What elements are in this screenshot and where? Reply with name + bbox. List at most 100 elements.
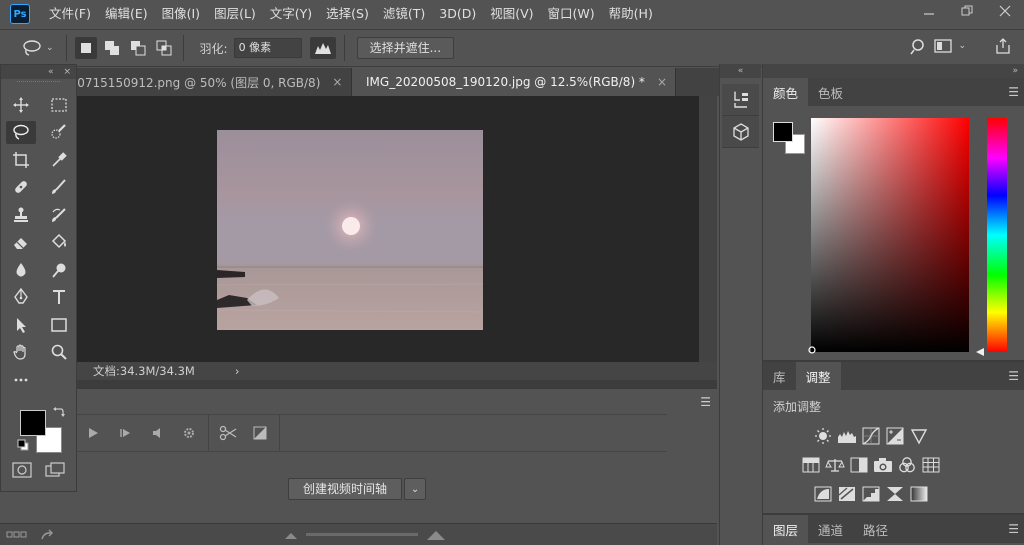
status-menu-arrow[interactable]: › bbox=[235, 364, 240, 378]
expand-panels-icon[interactable]: « bbox=[720, 64, 761, 78]
eraser-tool[interactable] bbox=[2, 229, 40, 257]
history-brush-tool[interactable] bbox=[40, 201, 78, 229]
filmstrip-icon[interactable] bbox=[6, 530, 28, 540]
posterize-button[interactable] bbox=[837, 484, 857, 504]
path-selection-tool[interactable] bbox=[2, 311, 40, 339]
vibrance-button[interactable] bbox=[909, 426, 929, 446]
zoom-out-mountain-icon[interactable] bbox=[284, 530, 298, 540]
panel-menu-icon[interactable]: ☰ bbox=[1008, 522, 1019, 536]
menu-window[interactable]: 窗口(W) bbox=[541, 0, 602, 28]
tab-layers[interactable]: 图层 bbox=[763, 515, 809, 543]
curves-button[interactable] bbox=[861, 426, 881, 446]
menu-3d[interactable]: 3D(D) bbox=[432, 0, 483, 28]
transition-button[interactable] bbox=[244, 426, 276, 440]
tab-document-2[interactable]: IMG_20200508_190120.jpg @ 12.5%(RGB/8) *… bbox=[352, 68, 676, 96]
canvas-vertical-scrollbar[interactable] bbox=[699, 96, 717, 362]
quick-mask-icon[interactable] bbox=[12, 461, 32, 478]
tab-libraries[interactable]: 库 bbox=[763, 362, 796, 390]
convert-arrow-icon[interactable] bbox=[40, 529, 56, 541]
gradient-map-button[interactable] bbox=[909, 484, 929, 504]
pen-tool[interactable] bbox=[2, 284, 40, 312]
share-button[interactable] bbox=[994, 37, 1012, 58]
collapse-icon[interactable]: « bbox=[48, 67, 54, 77]
blur-tool[interactable] bbox=[2, 256, 40, 284]
workspace-switcher[interactable]: ⌄ bbox=[934, 39, 966, 53]
hue-slider-handle[interactable] bbox=[975, 347, 985, 357]
close-tab-icon[interactable]: × bbox=[332, 75, 342, 89]
document-image[interactable] bbox=[217, 130, 483, 330]
eyedropper-tool[interactable] bbox=[40, 146, 78, 174]
minimize-button[interactable] bbox=[910, 0, 948, 22]
panel-menu-icon[interactable]: ☰ bbox=[700, 395, 711, 409]
audio-button[interactable] bbox=[141, 427, 173, 439]
swap-colors-icon[interactable] bbox=[53, 406, 65, 418]
hue-slider[interactable] bbox=[987, 118, 1007, 352]
document-size-readout[interactable]: 文档:34.3M/34.3M bbox=[93, 363, 195, 379]
history-panel-button[interactable] bbox=[722, 84, 759, 116]
quick-selection-tool[interactable] bbox=[40, 119, 78, 147]
exposure-button[interactable] bbox=[885, 426, 905, 446]
tab-color[interactable]: 颜色 bbox=[763, 78, 809, 106]
tab-channels[interactable]: 通道 bbox=[808, 515, 853, 543]
zoom-slider[interactable] bbox=[306, 533, 418, 536]
menu-layer[interactable]: 图层(L) bbox=[207, 0, 263, 28]
color-picker-handle[interactable] bbox=[808, 346, 816, 354]
selective-color-button[interactable] bbox=[885, 484, 905, 504]
brush-tool[interactable] bbox=[40, 174, 78, 202]
close-tab-icon[interactable]: × bbox=[657, 75, 667, 89]
color-balance-button[interactable] bbox=[825, 455, 845, 475]
3d-panel-button[interactable] bbox=[722, 116, 759, 148]
healing-brush-tool[interactable] bbox=[2, 174, 40, 202]
default-colors-icon[interactable] bbox=[17, 439, 29, 451]
create-video-timeline-button[interactable]: 创建视频时间轴 bbox=[288, 478, 403, 500]
add-to-selection-button[interactable] bbox=[101, 37, 123, 59]
photo-filter-button[interactable] bbox=[873, 455, 893, 475]
hand-tool[interactable] bbox=[2, 339, 40, 367]
subtract-selection-button[interactable] bbox=[127, 37, 149, 59]
clone-stamp-tool[interactable] bbox=[2, 201, 40, 229]
brightness-contrast-button[interactable] bbox=[813, 426, 833, 446]
anti-alias-toggle[interactable] bbox=[309, 37, 336, 59]
new-selection-button[interactable] bbox=[74, 37, 97, 59]
chevron-down-icon[interactable]: ⌄ bbox=[404, 478, 427, 500]
intersect-selection-button[interactable] bbox=[153, 37, 175, 59]
panel-menu-icon[interactable]: ☰ bbox=[1008, 85, 1019, 99]
tool-preset-picker[interactable] bbox=[20, 36, 44, 60]
close-icon[interactable]: × bbox=[63, 67, 71, 77]
collapse-panels-icon[interactable]: » bbox=[763, 64, 1024, 78]
feather-input[interactable]: 0 像素 bbox=[233, 38, 302, 58]
canvas-area[interactable] bbox=[77, 96, 699, 362]
screen-mode-icon[interactable] bbox=[45, 461, 65, 478]
split-button[interactable] bbox=[212, 425, 244, 441]
foreground-color-swatch[interactable] bbox=[20, 409, 46, 436]
chevron-down-icon[interactable]: ⌄ bbox=[46, 43, 54, 53]
edit-toolbar-button[interactable] bbox=[2, 366, 40, 394]
dodge-tool[interactable] bbox=[40, 256, 78, 284]
zoom-in-mountain-icon[interactable] bbox=[426, 529, 446, 541]
panel-grip[interactable] bbox=[17, 81, 60, 89]
menu-image[interactable]: 图像(I) bbox=[155, 0, 207, 28]
menu-type[interactable]: 文字(Y) bbox=[263, 0, 319, 28]
menu-file[interactable]: 文件(F) bbox=[42, 0, 98, 28]
zoom-tool[interactable] bbox=[40, 339, 78, 367]
menu-view[interactable]: 视图(V) bbox=[483, 0, 540, 28]
panel-foreground-swatch[interactable] bbox=[773, 122, 793, 142]
rectangle-tool[interactable] bbox=[40, 311, 78, 339]
timeline-settings-button[interactable] bbox=[173, 426, 205, 440]
search-button[interactable] bbox=[910, 38, 928, 59]
next-frame-button[interactable] bbox=[109, 427, 141, 439]
lasso-tool[interactable] bbox=[6, 120, 36, 144]
color-lookup-button[interactable] bbox=[921, 455, 941, 475]
menu-edit[interactable]: 编辑(E) bbox=[98, 0, 155, 28]
play-button[interactable] bbox=[77, 427, 109, 439]
canvas-horizontal-scrollbar[interactable] bbox=[77, 380, 717, 388]
panel-menu-icon[interactable]: ☰ bbox=[1008, 369, 1019, 383]
saturation-brightness-field[interactable] bbox=[811, 118, 969, 352]
marquee-tool[interactable] bbox=[40, 91, 78, 119]
black-white-button[interactable] bbox=[849, 455, 869, 475]
tab-paths[interactable]: 路径 bbox=[853, 515, 898, 543]
type-tool[interactable] bbox=[40, 284, 78, 312]
select-and-mask-button[interactable]: 选择并遮住... bbox=[356, 37, 455, 59]
menu-help[interactable]: 帮助(H) bbox=[602, 0, 660, 28]
channel-mixer-button[interactable] bbox=[897, 455, 917, 475]
